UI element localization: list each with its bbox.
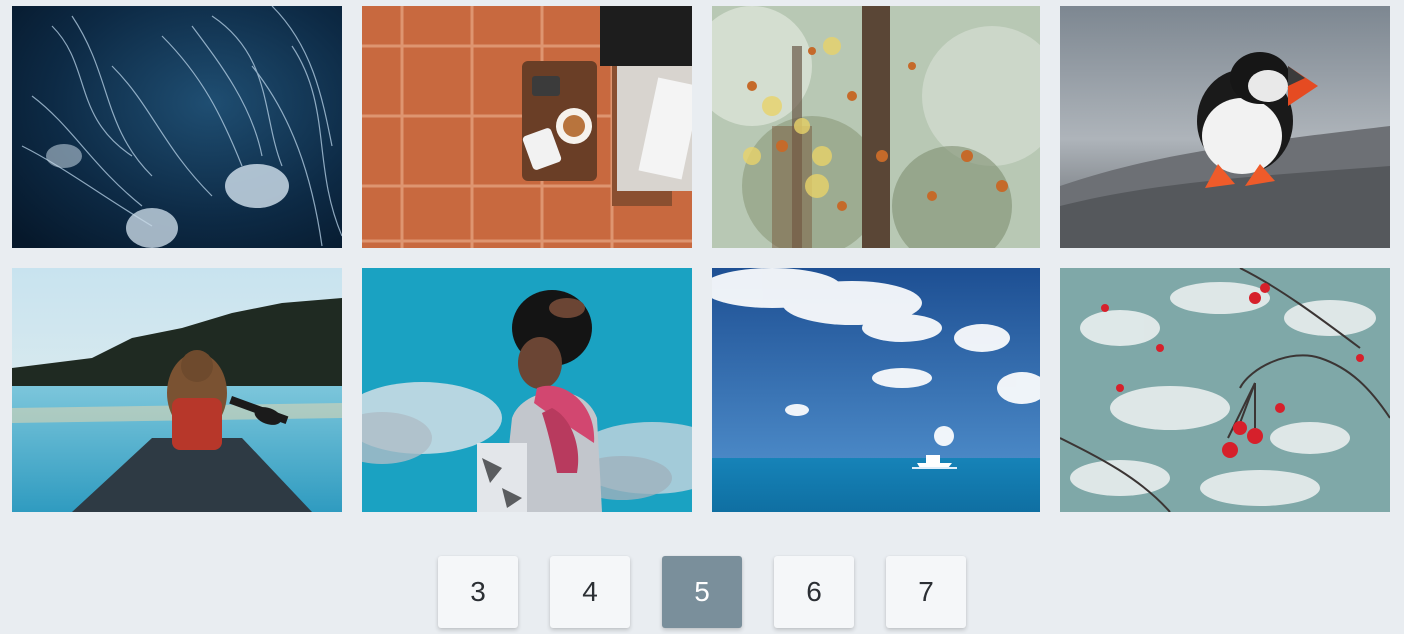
pagination: 3 4 5 6 7 (0, 556, 1404, 628)
page-6-button[interactable]: 6 (774, 556, 854, 628)
canoe-image (12, 268, 342, 512)
autumn-forest-image (712, 6, 1040, 248)
boat-ocean-image (712, 268, 1040, 512)
puffin-image (1060, 6, 1390, 248)
photo-puffin[interactable] (1060, 6, 1390, 248)
photo-red-berries[interactable] (1060, 268, 1390, 512)
photo-gallery (0, 0, 1404, 520)
page-3-button[interactable]: 3 (438, 556, 518, 628)
page-7-button[interactable]: 7 (886, 556, 966, 628)
page-4-button[interactable]: 4 (550, 556, 630, 628)
coffee-table-image (362, 6, 692, 248)
photo-jellyfish[interactable] (12, 6, 342, 248)
photo-boat-ocean[interactable] (712, 268, 1040, 512)
red-berries-image (1060, 268, 1390, 512)
man-scarf-image (362, 268, 692, 512)
photo-autumn-forest[interactable] (712, 6, 1040, 248)
photo-man-scarf[interactable] (362, 268, 692, 512)
photo-canoe[interactable] (12, 268, 342, 512)
page-5-button[interactable]: 5 (662, 556, 742, 628)
jellyfish-image (12, 6, 342, 248)
photo-coffee-table[interactable] (362, 6, 692, 248)
